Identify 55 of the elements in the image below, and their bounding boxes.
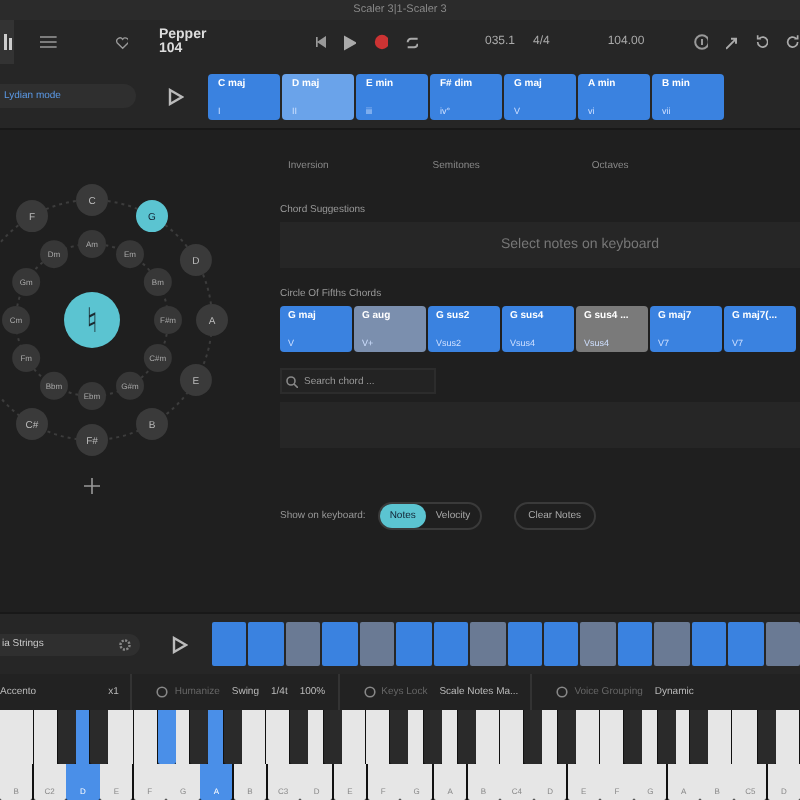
natural-key-top[interactable] <box>475 710 500 764</box>
toggle-icon[interactable] <box>363 686 376 698</box>
natural-key-top[interactable] <box>575 710 600 764</box>
pattern-pad[interactable] <box>691 622 727 666</box>
pattern-pad[interactable] <box>212 622 247 666</box>
center-key-node[interactable]: ♮ <box>64 292 120 348</box>
natural-key-top[interactable] <box>775 710 800 764</box>
skip-back-icon[interactable] <box>315 36 326 48</box>
natural-key-top[interactable] <box>208 710 225 764</box>
natural-key-top[interactable] <box>342 710 367 764</box>
undo-icon[interactable] <box>755 34 769 50</box>
info-icon[interactable] <box>694 34 708 50</box>
pattern-pad[interactable] <box>285 622 321 666</box>
sharp-key[interactable] <box>690 710 709 764</box>
sharp-key[interactable] <box>324 710 343 764</box>
pattern-pad[interactable] <box>433 622 469 666</box>
natural-key-top[interactable] <box>0 710 34 764</box>
natural-key-top[interactable] <box>108 710 134 764</box>
natural-key-top[interactable] <box>732 710 758 764</box>
play-icon[interactable] <box>172 635 188 653</box>
sharp-key[interactable] <box>424 710 443 764</box>
toggle-icon[interactable] <box>156 686 169 698</box>
natural-key-top[interactable] <box>708 710 733 764</box>
natural-key-top[interactable] <box>442 710 458 764</box>
record-icon[interactable] <box>374 34 388 50</box>
natural-key-top[interactable] <box>408 710 425 764</box>
natural-key-top[interactable] <box>133 710 158 764</box>
toggle-icon[interactable] <box>556 686 569 698</box>
bars-icon <box>3 34 12 50</box>
play-icon[interactable] <box>343 33 357 51</box>
natural-key-top[interactable] <box>499 710 524 764</box>
pattern-pad[interactable] <box>543 622 579 666</box>
sharp-key[interactable] <box>90 710 109 764</box>
heart-icon[interactable] <box>115 35 129 49</box>
natural-key-top[interactable] <box>366 710 391 764</box>
natural-key-top[interactable] <box>242 710 267 764</box>
menu-icon[interactable] <box>40 34 58 50</box>
natural-key-top[interactable] <box>308 710 325 764</box>
sharp-key[interactable] <box>290 710 309 764</box>
expand-icon[interactable] <box>725 35 738 49</box>
redo-icon[interactable] <box>786 34 800 50</box>
search-icon <box>286 375 298 387</box>
pattern-pad[interactable] <box>507 622 542 666</box>
app-tab[interactable] <box>0 20 15 64</box>
loop-icon[interactable] <box>405 35 419 49</box>
natural-key-top[interactable] <box>266 710 291 764</box>
pattern-pad[interactable] <box>359 622 395 666</box>
sharp-key[interactable] <box>224 710 243 764</box>
pattern-pad[interactable] <box>617 622 653 666</box>
play-icon[interactable] <box>168 87 184 105</box>
natural-key-top[interactable] <box>599 710 624 764</box>
pattern-pad[interactable] <box>765 622 800 666</box>
natural-key-top[interactable] <box>33 710 58 764</box>
natural-key-top[interactable] <box>542 710 558 764</box>
sharp-key[interactable] <box>390 710 409 764</box>
